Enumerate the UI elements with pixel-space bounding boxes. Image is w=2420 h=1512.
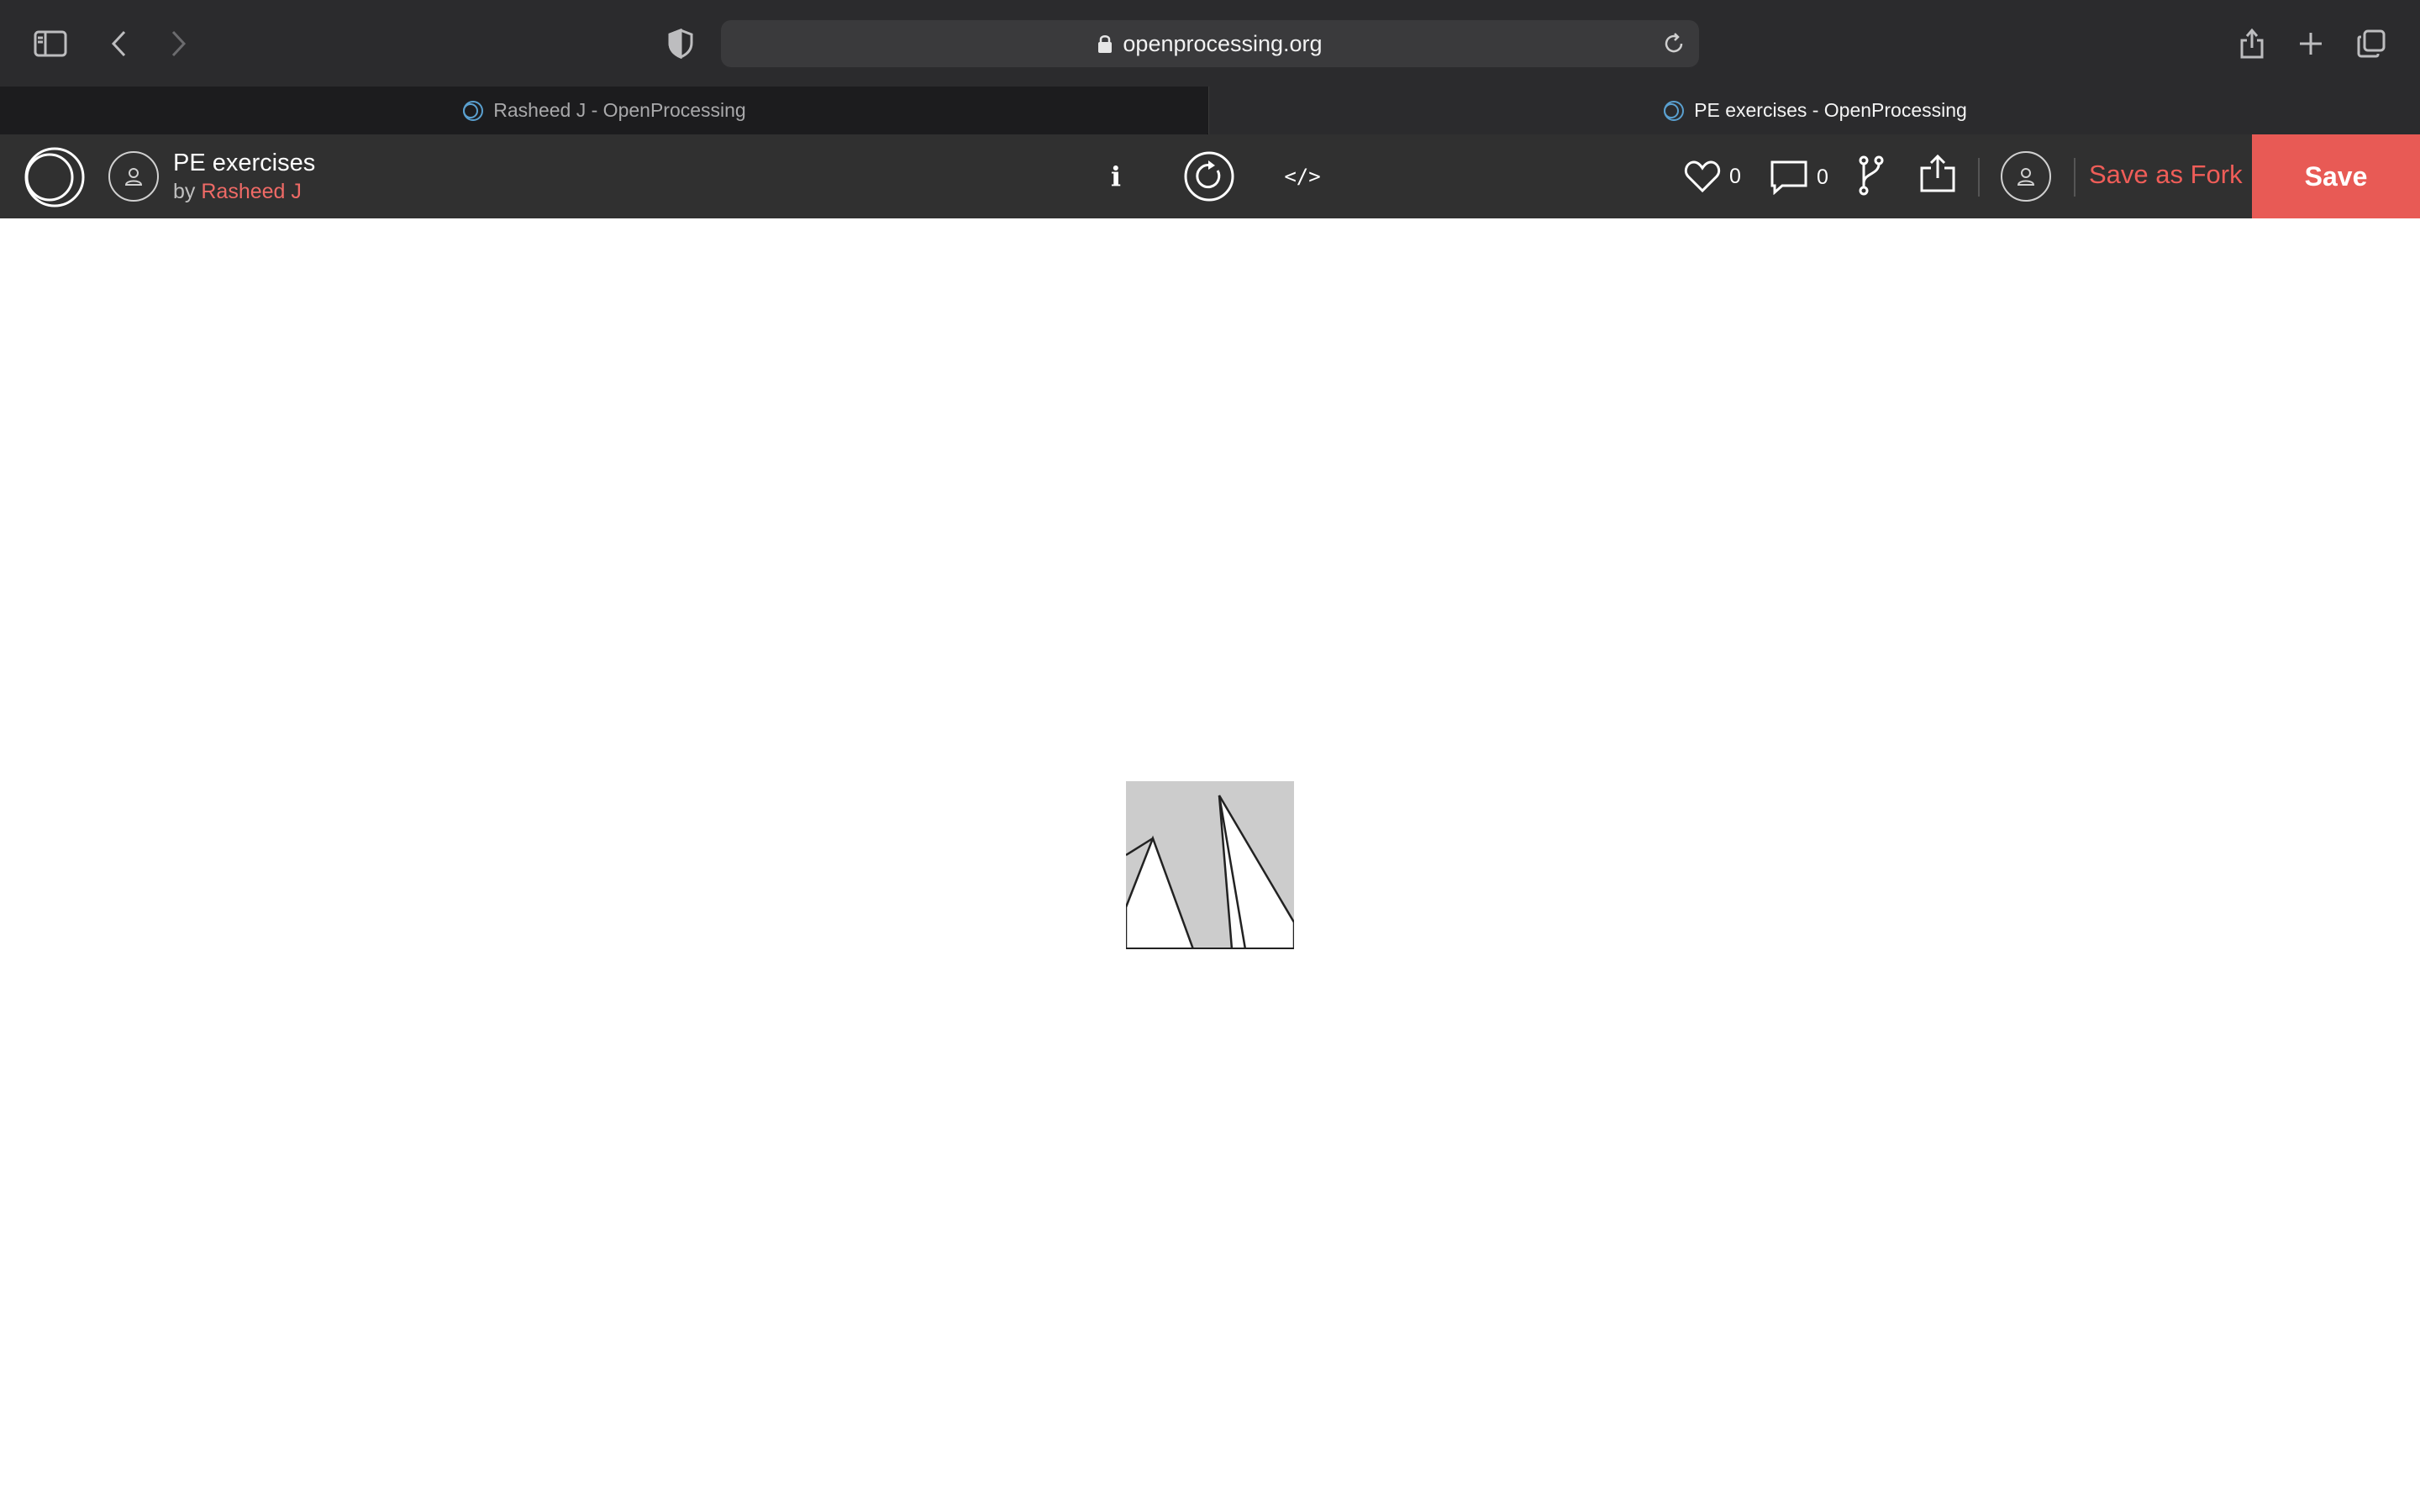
chevron-left-icon [111,30,126,57]
share-icon [1920,155,1955,192]
restart-sketch-button[interactable] [1183,151,1235,202]
openprocessing-favicon-icon [463,100,484,121]
forward-button[interactable] [153,18,203,69]
sketch-header: PE exercises by Rasheed J i </> 0 0 Save… [0,134,2420,218]
tab-title: PE exercises - OpenProcessing [1694,99,1967,121]
save-as-fork-button[interactable]: Save as Fork [2089,160,2243,190]
by-prefix: by [173,180,196,203]
lock-icon [1097,34,1113,54]
like-count: 0 [1729,164,1741,188]
shield-icon [668,29,693,59]
user-menu-avatar[interactable] [2001,151,2051,202]
url-text: openprocessing.org [1123,30,1323,56]
author-avatar[interactable] [108,151,159,202]
user-icon [124,168,143,186]
tab-rasheed-j[interactable]: Rasheed J - OpenProcessing [0,87,1207,134]
reload-icon[interactable] [1660,30,1687,57]
share-button[interactable] [2227,18,2277,69]
sketch-byline: by Rasheed J [173,180,302,204]
header-divider [2074,158,2075,197]
openprocessing-favicon-icon [1664,100,1685,121]
tab-overview-button[interactable] [2346,18,2396,69]
author-link[interactable]: Rasheed J [201,180,302,203]
openprocessing-logo-icon[interactable] [24,146,86,208]
info-button[interactable]: i [1101,151,1131,202]
comments-button[interactable]: 0 [1770,160,1828,195]
chevron-right-icon [171,30,187,57]
new-tab-button[interactable] [2286,18,2336,69]
header-divider [1978,158,1980,197]
address-bar[interactable]: openprocessing.org [721,20,1699,67]
comment-icon [1770,160,1807,195]
save-button[interactable]: Save [2252,134,2420,218]
tab-title: Rasheed J - OpenProcessing [493,99,746,121]
user-icon [2017,168,2035,186]
back-button[interactable] [94,18,145,69]
share-sketch-button[interactable] [1919,155,1965,193]
sidebar-toggle-button[interactable] [25,18,76,69]
sketch-title: PE exercises [173,150,316,176]
like-button[interactable]: 0 [1684,160,1741,193]
sketch-drawing [1124,781,1296,951]
heart-icon [1684,160,1721,193]
code-view-button[interactable]: </> [1282,151,1323,202]
restart-icon [1184,151,1234,202]
comment-count: 0 [1817,165,1828,189]
tab-strip: Rasheed J - OpenProcessing PE exercises … [0,87,2420,134]
sketch-canvas[interactable] [1124,781,1296,951]
sidebar-icon [34,30,67,57]
tabs-overview-icon [2357,29,2386,58]
browser-toolbar: openprocessing.org [0,0,2420,87]
share-icon [2240,28,2264,59]
fork-button[interactable] [1857,155,1894,197]
privacy-report-button[interactable] [655,18,706,69]
fork-icon [1859,155,1884,196]
tab-pe-exercises[interactable]: PE exercises - OpenProcessing [1208,87,2420,134]
plus-icon [2300,33,2322,55]
